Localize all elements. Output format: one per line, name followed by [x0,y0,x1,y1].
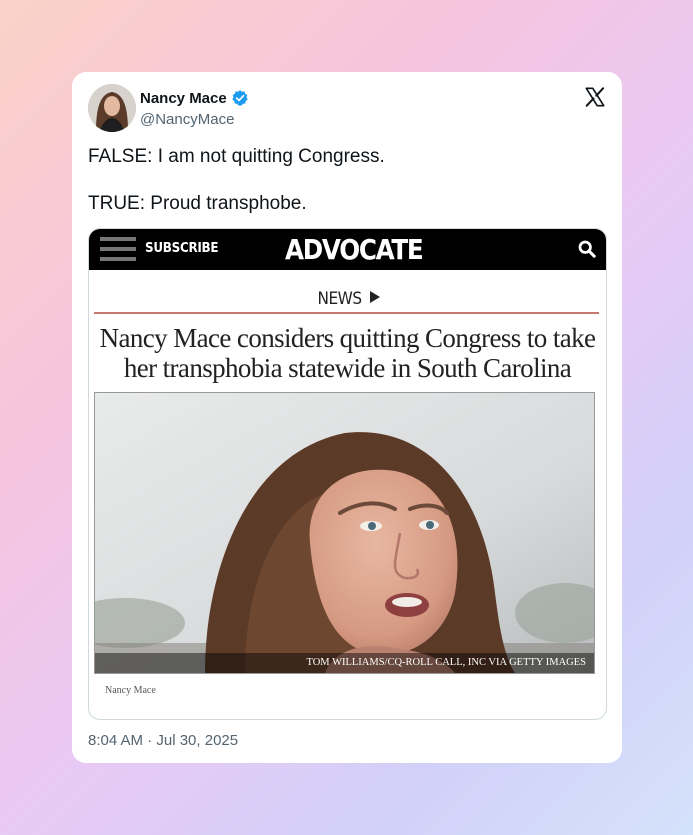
portrait-illustration [95,393,594,673]
subscribe-label: SUBSCRIBE [145,241,219,256]
verified-badge-icon [232,90,248,106]
search-icon [578,240,596,258]
author-name[interactable]: Nancy Mace [140,90,227,107]
tweet-text-line-2: TRUE: Proud transphobe. [88,193,307,214]
tweet-text-line-1: FALSE: I am not quitting Congress. [88,146,385,167]
section-text: NEWS [317,289,362,309]
headline-line-1: Nancy Mace considers quitting Congress t… [99,323,596,353]
headline-line-2: her transphobia statewide in South Carol… [123,353,572,383]
tweet-card: Nancy Mace @NancyMace FALSE: I am not qu… [72,72,622,763]
photo-caption: Nancy Mace [105,685,156,696]
x-logo-icon[interactable] [584,86,606,108]
advocate-logo: ADVOCATE [285,233,424,266]
avatar[interactable] [88,84,136,132]
photo-credit: TOM WILLIAMS/CQ-ROLL CALL, INC VIA GETTY… [306,657,586,668]
advocate-header: SUBSCRIBE ADVOCATE [89,229,606,270]
author-row: Nancy Mace [140,89,249,107]
author-handle[interactable]: @NancyMace [140,111,234,128]
section-divider [94,312,599,314]
menu-icon [100,237,136,261]
embedded-article-image[interactable]: SUBSCRIBE ADVOCATE NEWS Nancy Mace consi… [88,228,607,720]
article-photo: TOM WILLIAMS/CQ-ROLL CALL, INC VIA GETTY… [94,392,595,674]
section-label: NEWS [89,289,606,309]
tweet-timestamp[interactable]: 8:04 AM · Jul 30, 2025 [88,732,238,749]
play-arrow-icon [370,291,381,303]
article-headline: Nancy Mace considers quitting Congress t… [89,323,606,383]
